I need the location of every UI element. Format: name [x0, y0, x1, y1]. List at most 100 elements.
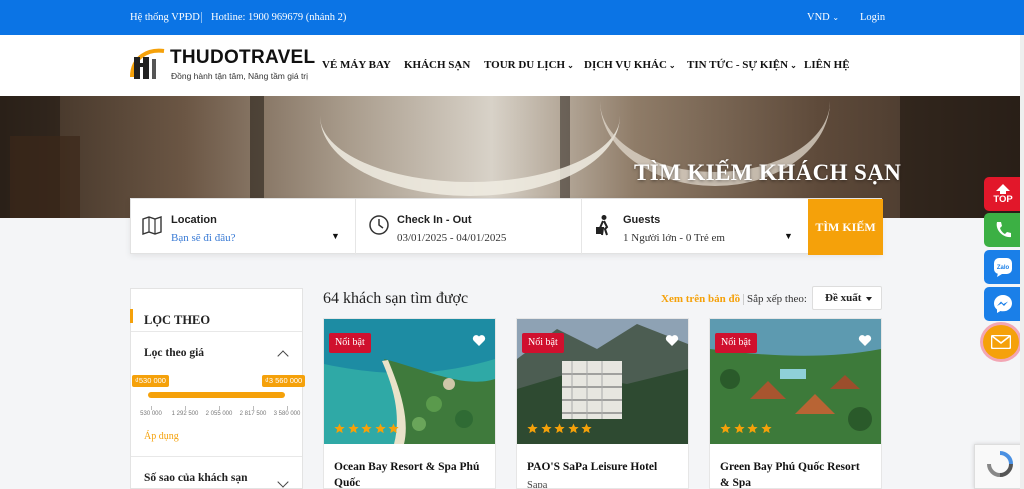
hotel-name[interactable]: Ocean Bay Resort & Spa Phú Quốc — [334, 459, 484, 488]
max-price-tag: ₫3 560 000 — [262, 375, 306, 387]
star-filter-heading[interactable]: Số sao của khách sạn — [144, 472, 248, 484]
featured-badge: Nổi bật — [329, 333, 371, 353]
guests-value[interactable]: 1 Người lớn - 0 Trẻ em — [623, 232, 725, 244]
min-price-tag: ₫530 000 — [132, 375, 169, 387]
currency-selector[interactable]: VND ⌄ — [807, 12, 839, 23]
guests-field[interactable]: Guests 1 Người lớn - 0 Trẻ em ▼ — [582, 199, 808, 255]
nav-item-hotels[interactable]: KHÁCH SẠN — [404, 59, 470, 71]
filter-panel: LỌC THEO Lọc theo giá ₫530 000 ₫3 560 00… — [130, 288, 306, 489]
traveler-icon — [596, 215, 609, 236]
nav-item-label: TOUR DU LỊCH — [484, 59, 566, 71]
svg-text:Zalo: Zalo — [997, 265, 1010, 271]
location-field[interactable]: Location Bạn sẽ đi đâu? ▼ — [131, 199, 356, 255]
top-bar: Hệ thống VPĐD Hotline: 1900 969679 (nhán… — [0, 0, 1024, 35]
heart-icon[interactable] — [665, 334, 679, 347]
mail-icon — [991, 335, 1011, 349]
tick-mark — [185, 406, 186, 410]
office-system-link[interactable]: Hệ thống VPĐD — [130, 12, 200, 23]
hero-decor — [320, 96, 620, 196]
zalo-button[interactable]: Zalo — [984, 250, 1022, 284]
tick-mark — [287, 406, 288, 410]
hotel-search-bar: Location Bạn sẽ đi đâu? ▼ Check In - Out… — [130, 198, 883, 255]
email-button[interactable] — [980, 322, 1022, 362]
star-icon — [554, 423, 565, 434]
page-scrollbar[interactable] — [1020, 35, 1024, 489]
apply-filter-link[interactable]: Áp dụng — [144, 431, 179, 442]
clock-icon — [369, 215, 389, 235]
star-rating — [527, 421, 595, 435]
location-input[interactable]: Bạn sẽ đi đâu? — [171, 232, 235, 244]
heart-icon[interactable] — [472, 334, 486, 347]
price-scale: 530 000 1 292 500 2 055 000 2 817 500 3 … — [140, 406, 301, 420]
nav-item-label: LIÊN HỆ — [804, 59, 850, 71]
star-icon — [760, 423, 772, 434]
zalo-icon: Zalo — [994, 258, 1012, 277]
nav-item-label: VÉ MÁY BAY — [322, 59, 391, 71]
topbar-divider — [201, 12, 202, 23]
top-label: TOP — [993, 193, 1013, 205]
tick-label: 2 817 500 — [239, 411, 267, 417]
view-on-map-link[interactable]: Xem trên bản đồ — [661, 293, 740, 305]
nav-item-tours[interactable]: TOUR DU LỊCH ⌄ — [484, 59, 574, 71]
recaptcha-badge[interactable] — [974, 444, 1024, 489]
hotel-photo[interactable]: Nổi bật — [324, 319, 495, 444]
call-button[interactable] — [984, 213, 1022, 247]
messenger-button[interactable] — [984, 287, 1022, 321]
nav-item-contact[interactable]: LIÊN HỆ — [804, 59, 850, 71]
price-range-slider[interactable] — [148, 392, 285, 398]
guests-label: Guests — [623, 214, 661, 226]
brand-name[interactable]: THUDOTRAVEL — [170, 47, 315, 69]
hotline-text[interactable]: Hotline: 1900 969679 (nhánh 2) — [211, 12, 346, 23]
hotel-card[interactable]: Nổi bật Green Bay Phú Quốc Resort & Spa — [709, 318, 882, 489]
chevron-down-icon[interactable] — [277, 476, 289, 488]
search-button[interactable]: TÌM KIẾM — [808, 199, 883, 255]
tick-label: 2 055 000 — [205, 411, 233, 417]
dates-value[interactable]: 03/01/2025 - 04/01/2025 — [397, 232, 506, 244]
hotel-photo[interactable]: Nổi bật — [710, 319, 881, 444]
hotel-card[interactable]: Nổi bật PAO'S SaPa Leisure Hotel Sapa — [516, 318, 689, 489]
star-icon — [527, 423, 538, 434]
hotel-card[interactable]: Nổi bật Ocean Bay Resort & Spa Phú Quốc — [323, 318, 496, 489]
chevron-up-icon[interactable] — [277, 350, 289, 362]
star-icon — [720, 423, 731, 434]
hotel-location: Sapa — [527, 480, 548, 489]
filter-title: LỌC THEO — [144, 313, 211, 327]
login-link[interactable]: Login — [860, 12, 885, 23]
arrow-up-icon — [996, 183, 1010, 194]
hotel-name[interactable]: PAO'S SaPa Leisure Hotel — [527, 459, 677, 475]
hotel-photo[interactable]: Nổi bật — [517, 319, 688, 444]
sort-label: Sắp xếp theo: — [747, 293, 807, 305]
nav-item-flights[interactable]: VÉ MÁY BAY — [322, 59, 391, 71]
hero-decor — [10, 136, 80, 218]
divider — [131, 456, 302, 457]
tick-mark — [151, 406, 152, 410]
nav-item-news[interactable]: TIN TỨC - SỰ KIỆN ⌄ — [687, 59, 797, 71]
nav-item-label: DỊCH VỤ KHÁC — [584, 59, 667, 71]
tick-mark — [253, 406, 254, 410]
caret-down-icon[interactable]: ▼ — [784, 231, 793, 241]
price-filter-heading[interactable]: Lọc theo giá — [144, 347, 204, 359]
star-icon — [540, 423, 552, 434]
caret-down-icon — [866, 297, 872, 301]
featured-badge: Nổi bật — [715, 333, 757, 353]
chevron-down-icon: ⌄ — [668, 61, 676, 70]
heart-icon[interactable] — [858, 334, 872, 347]
nav-item-services[interactable]: DỊCH VỤ KHÁC ⌄ — [584, 59, 676, 71]
star-rating — [334, 421, 402, 435]
filter-accent — [130, 309, 133, 323]
star-icon — [747, 423, 758, 434]
caret-down-icon[interactable]: ▼ — [331, 231, 340, 241]
map-icon — [142, 216, 162, 235]
tick-label: 1 292 500 — [171, 411, 199, 417]
date-range-field[interactable]: Check In - Out 03/01/2025 - 04/01/2025 — [356, 199, 582, 255]
nav-item-label: TIN TỨC - SỰ KIỆN — [687, 59, 789, 71]
back-to-top-button[interactable]: TOP — [984, 177, 1022, 211]
star-rating — [720, 421, 774, 435]
logo-icon[interactable] — [128, 47, 168, 83]
hotel-name[interactable]: Green Bay Phú Quốc Resort & Spa — [720, 459, 870, 488]
star-icon — [733, 423, 745, 434]
phone-icon — [996, 222, 1011, 238]
star-icon — [567, 423, 579, 434]
main-navbar: THUDOTRAVEL Đồng hành tận tâm, Nâng tầm … — [0, 35, 1024, 96]
sort-select[interactable]: Đề xuất — [812, 286, 882, 310]
